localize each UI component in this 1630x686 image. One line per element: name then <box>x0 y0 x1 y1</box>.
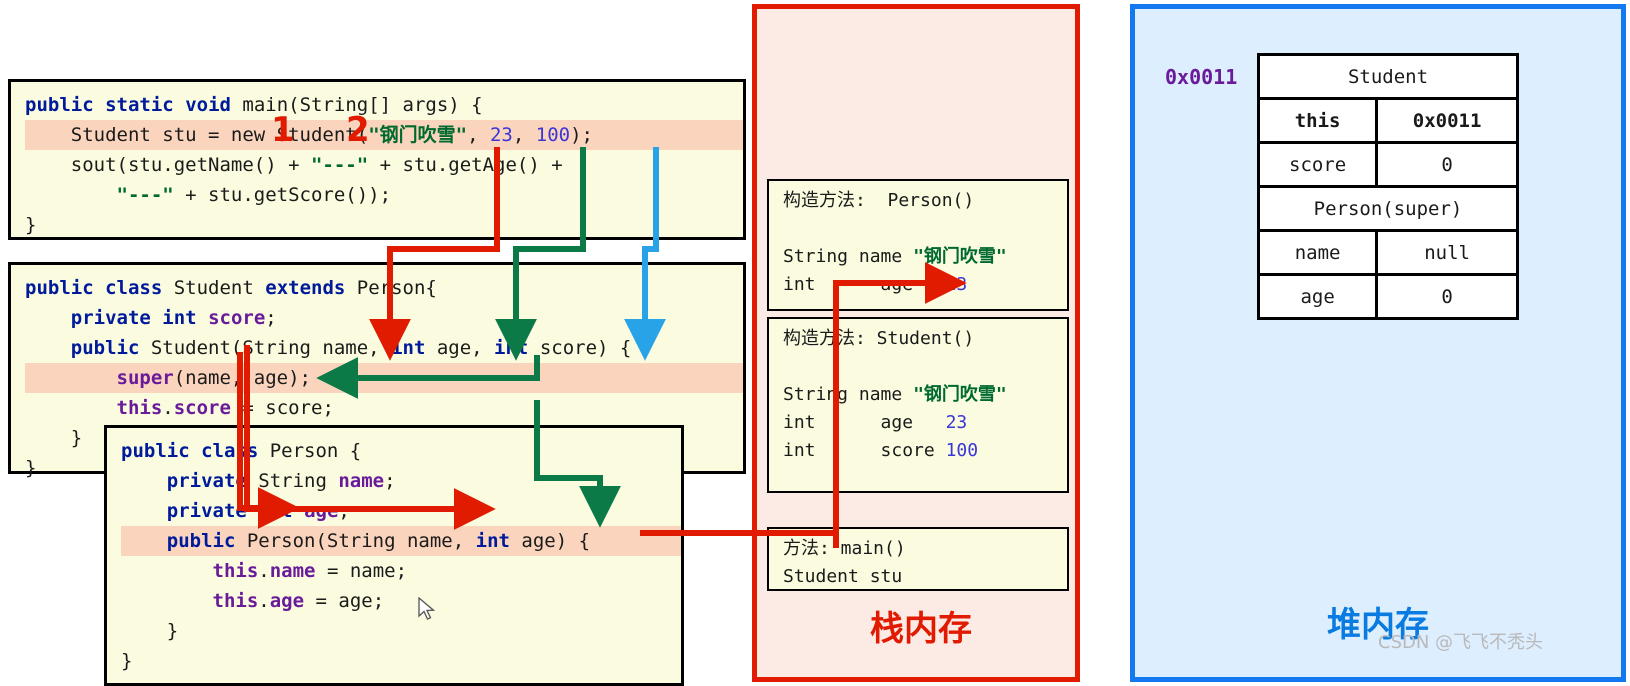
code-line: this.score = score; <box>116 397 334 419</box>
var-name: age <box>880 412 914 433</box>
code-line: public class Student extends Person{ <box>25 277 437 299</box>
heap-field-key: age <box>1256 273 1379 320</box>
table-row: name null <box>1256 229 1519 276</box>
heap-memory-panel: 0x0011 Student this 0x0011 score 0 Perso… <box>1130 4 1626 682</box>
stack-memory-panel: 构造方法: Person() String name "钢门吹雪" int ag… <box>752 4 1080 682</box>
var-value: "钢门吹雪" <box>913 246 1007 267</box>
code-line: sout(stu.getName() + "---" + stu.getAge(… <box>25 154 563 176</box>
var-type: String <box>783 246 849 267</box>
frame-var-row: String name "钢门吹雪" <box>783 381 1067 409</box>
code-line: public static void main(String[] args) { <box>25 94 483 116</box>
stack-memory-title: 栈内存 <box>870 609 972 649</box>
var-type: int <box>783 274 816 295</box>
var-name: name <box>858 246 903 267</box>
table-row: score 0 <box>1256 141 1519 188</box>
watermark: CSDN @飞飞不秃头 <box>1378 632 1544 653</box>
frame-header: 构造方法: Person() <box>783 190 975 211</box>
frame-spacer <box>783 215 1067 243</box>
code-line: public class Person { <box>121 440 362 462</box>
code-line: private int score; <box>70 307 277 329</box>
heap-field-value: null <box>1375 229 1519 276</box>
stack-frame-student: 构造方法: Student() String name "钢门吹雪" int a… <box>767 317 1069 493</box>
code-line: public Student(String name, int age, int… <box>70 337 632 359</box>
step-marker-2: 2 <box>346 110 370 150</box>
var-type: String <box>783 384 849 405</box>
stack-frame-main: 方法: main() Student stu <box>767 527 1069 591</box>
var-type: int <box>783 440 816 461</box>
code-block-main: public static void main(String[] args) {… <box>8 79 746 240</box>
table-row: Person(super) <box>1257 185 1519 232</box>
code-line: } <box>121 620 179 642</box>
var-type: Student <box>783 566 859 587</box>
code-line: private String name; <box>166 470 396 492</box>
code-line-highlighted: super(name, age); <box>25 363 743 393</box>
mouse-cursor-icon <box>418 597 436 620</box>
var-type: int <box>783 412 816 433</box>
table-row: Student <box>1257 53 1519 100</box>
heap-field-key: score <box>1256 141 1379 188</box>
table-row: age 0 <box>1256 273 1519 320</box>
var-value: 23 <box>945 274 968 295</box>
code-line: } <box>25 214 37 236</box>
code-block-person: public class Person { private String nam… <box>104 425 684 686</box>
code-line: "---" + stu.getScore()); <box>116 184 392 206</box>
heap-field-value: 0 <box>1375 141 1519 188</box>
code-line: this.age = age; <box>212 590 385 612</box>
code-line: } <box>121 650 133 672</box>
frame-var-row: int score 100 <box>783 437 1067 465</box>
var-value: 100 <box>945 440 979 461</box>
frame-var-row: int age 23 <box>783 409 1067 437</box>
frame-var-row: String name "钢门吹雪" <box>783 243 1067 271</box>
frame-spacer <box>783 353 1067 381</box>
var-value: 23 <box>945 412 968 433</box>
code-line-highlighted: public Person(String name, int age) { <box>121 526 681 556</box>
heap-super-label: Person(super) <box>1257 185 1519 232</box>
heap-field-value: 0 <box>1375 273 1519 320</box>
heap-field-key: this <box>1256 97 1379 144</box>
table-row: this 0x0011 <box>1256 97 1519 144</box>
var-name: name <box>858 384 903 405</box>
var-name: age <box>880 274 914 295</box>
heap-class-name: Student <box>1257 53 1519 100</box>
code-line-highlighted: Student stu = new Student("钢门吹雪", 23, 10… <box>25 120 743 150</box>
frame-header: 构造方法: Student() <box>783 328 975 349</box>
frame-var-row: int age 23 <box>783 271 1067 299</box>
frame-header: 方法: main() <box>783 538 906 559</box>
heap-field-value: 0x0011 <box>1375 97 1519 144</box>
frame-var-row: Student stu <box>783 563 1067 591</box>
heap-object-table: Student this 0x0011 score 0 Person(super… <box>1256 53 1519 320</box>
code-line: private int age; <box>166 500 350 522</box>
var-name: score <box>880 440 935 461</box>
var-name: stu <box>869 566 903 587</box>
step-marker-1: 1 <box>271 110 295 150</box>
var-value: "钢门吹雪" <box>913 384 1007 405</box>
heap-field-key: name <box>1256 229 1379 276</box>
stack-frame-person: 构造方法: Person() String name "钢门吹雪" int ag… <box>767 179 1069 311</box>
heap-object-address: 0x0011 <box>1165 65 1238 89</box>
code-line: this.name = name; <box>212 560 408 582</box>
